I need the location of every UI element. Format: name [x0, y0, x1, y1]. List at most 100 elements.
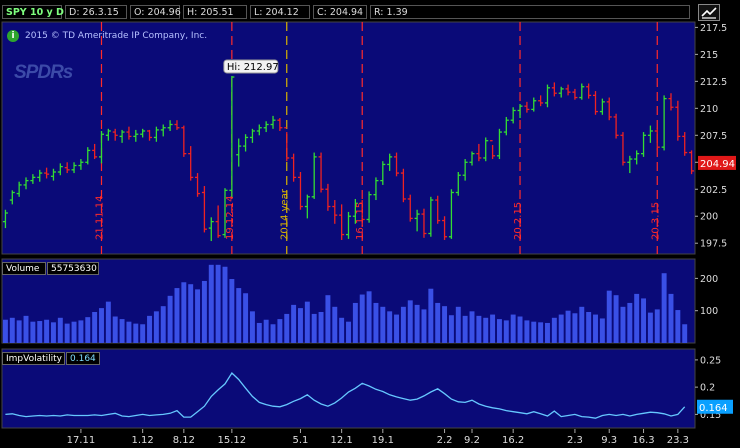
price-tick-label: 202.5	[700, 185, 727, 196]
quote-header: SPY 10 y D D: 26.3.15 O: 204.96 H: 205.5…	[0, 0, 740, 21]
x-tick-label: 19.1	[372, 435, 394, 446]
volume-bar	[394, 314, 399, 343]
x-tick-label: 17.11	[67, 435, 96, 446]
volume-bar	[654, 309, 660, 343]
volume-bar	[551, 317, 557, 343]
volume-value: 55753630	[47, 262, 99, 275]
volume-bar	[119, 319, 125, 343]
volume-bar	[304, 301, 310, 343]
event-label: 16.1.15	[355, 202, 366, 240]
volume-bar	[373, 302, 379, 343]
info-icon[interactable]: i	[7, 30, 19, 42]
volume-tick-label: 200	[700, 274, 718, 285]
volume-bar	[586, 311, 592, 343]
volume-bar	[455, 306, 461, 343]
volume-bar	[215, 264, 221, 343]
volume-bar	[236, 288, 242, 343]
volume-bar	[442, 306, 448, 343]
volume-bar	[668, 293, 674, 343]
volume-bar	[64, 323, 70, 343]
volume-bar	[188, 284, 194, 343]
volume-bar	[469, 311, 475, 343]
volume-bar	[16, 320, 22, 343]
volume-bar	[284, 313, 290, 343]
drawing-tool-icon	[701, 7, 717, 19]
volume-bar	[606, 290, 612, 343]
volume-bar	[133, 323, 139, 343]
volume-bar	[558, 314, 564, 343]
volume-bar	[647, 312, 653, 343]
event-label: 19.12.14	[225, 195, 236, 240]
volume-bar	[682, 324, 688, 343]
volume-bar	[352, 302, 358, 343]
low-value: L: 204.12	[250, 5, 310, 19]
volume-bar	[71, 321, 77, 343]
volume-bar	[57, 317, 63, 343]
chart-canvas: 21.11.14 19.12.14 2014 year 16.1.15 20.2.15 2…	[1, 21, 736, 446]
price-tick-label: 212.5	[700, 77, 727, 88]
volume-bar	[147, 315, 152, 343]
volume-bar	[99, 308, 104, 343]
spdrs-logo: SPDRs	[14, 62, 73, 83]
volume-bar	[174, 288, 180, 343]
x-tick-label: 9.2	[464, 435, 480, 446]
volume-bar	[400, 306, 406, 343]
volume-bar	[243, 293, 249, 343]
x-tick-label: 15.12	[218, 435, 247, 446]
event-label: 21.11.14	[94, 195, 105, 240]
volume-bar	[593, 314, 598, 343]
volume-bar	[37, 321, 43, 343]
volume-bar	[126, 321, 132, 343]
volume-bar	[105, 301, 111, 343]
drawing-tools-button[interactable]	[698, 4, 720, 21]
volume-bar	[599, 318, 605, 343]
volume-bar	[387, 311, 393, 343]
volume-bar	[627, 302, 633, 343]
volume-bar	[332, 306, 338, 343]
volume-bar	[462, 315, 468, 343]
price-tick-label: 207.5	[700, 131, 727, 142]
volume-bar	[92, 311, 98, 343]
volume-bar	[256, 322, 262, 343]
volume-bar	[524, 320, 530, 343]
x-tick-label: 9.3	[601, 435, 617, 446]
volume-bar	[572, 313, 578, 343]
x-axis: 17.11 1.12 8.12 15.12 5.1 12.1 19.1 2.2 9.2 16.2 2…	[67, 429, 689, 446]
volume-bar	[517, 316, 523, 343]
last-price-text: 204.94	[700, 159, 735, 170]
volume-bar	[44, 319, 50, 343]
x-tick-label: 16.3	[632, 435, 654, 446]
volume-bar	[298, 308, 303, 343]
volume-bar	[195, 289, 201, 343]
volume-bar	[153, 311, 159, 343]
volume-panel[interactable]: 200 100	[1, 258, 718, 344]
event-label: 2014 year	[280, 188, 291, 240]
price-panel[interactable]: 21.11.14 19.12.14 2014 year 16.1.15 20.2.15 2…	[1, 21, 736, 255]
price-tick-label: 217.5	[700, 23, 727, 34]
x-tick-label: 16.2	[502, 435, 524, 446]
volume-bar	[476, 315, 482, 343]
volume-bar	[545, 322, 550, 343]
symbol-selector[interactable]: SPY 10 y D	[2, 5, 64, 19]
iv-plot-area	[1, 348, 696, 429]
volume-bar	[2, 319, 8, 343]
volume-bar	[435, 302, 441, 343]
volume-bar	[50, 322, 56, 343]
price-tick-label: 215	[700, 50, 718, 61]
copyright-text: 2015 © TD Ameritrade IP Company, Inc.	[25, 31, 208, 41]
volume-bar	[620, 306, 626, 343]
volume-bar	[140, 324, 146, 343]
volume-bar	[510, 314, 516, 343]
volume-bar	[421, 309, 427, 343]
iv-value: 0.164	[66, 352, 100, 365]
volume-bar	[380, 306, 386, 343]
volume-bar	[503, 320, 509, 343]
volume-bar	[496, 319, 502, 343]
price-tick-label: 210	[700, 104, 718, 115]
volume-bar	[428, 288, 434, 343]
volume-bar	[634, 293, 640, 343]
volume-bar	[167, 295, 173, 343]
x-tick-label: 23.3	[667, 435, 689, 446]
implied-volatility-panel[interactable]: 0.250.20.150.164	[1, 348, 733, 429]
event-label: 20.3.15	[650, 202, 661, 240]
